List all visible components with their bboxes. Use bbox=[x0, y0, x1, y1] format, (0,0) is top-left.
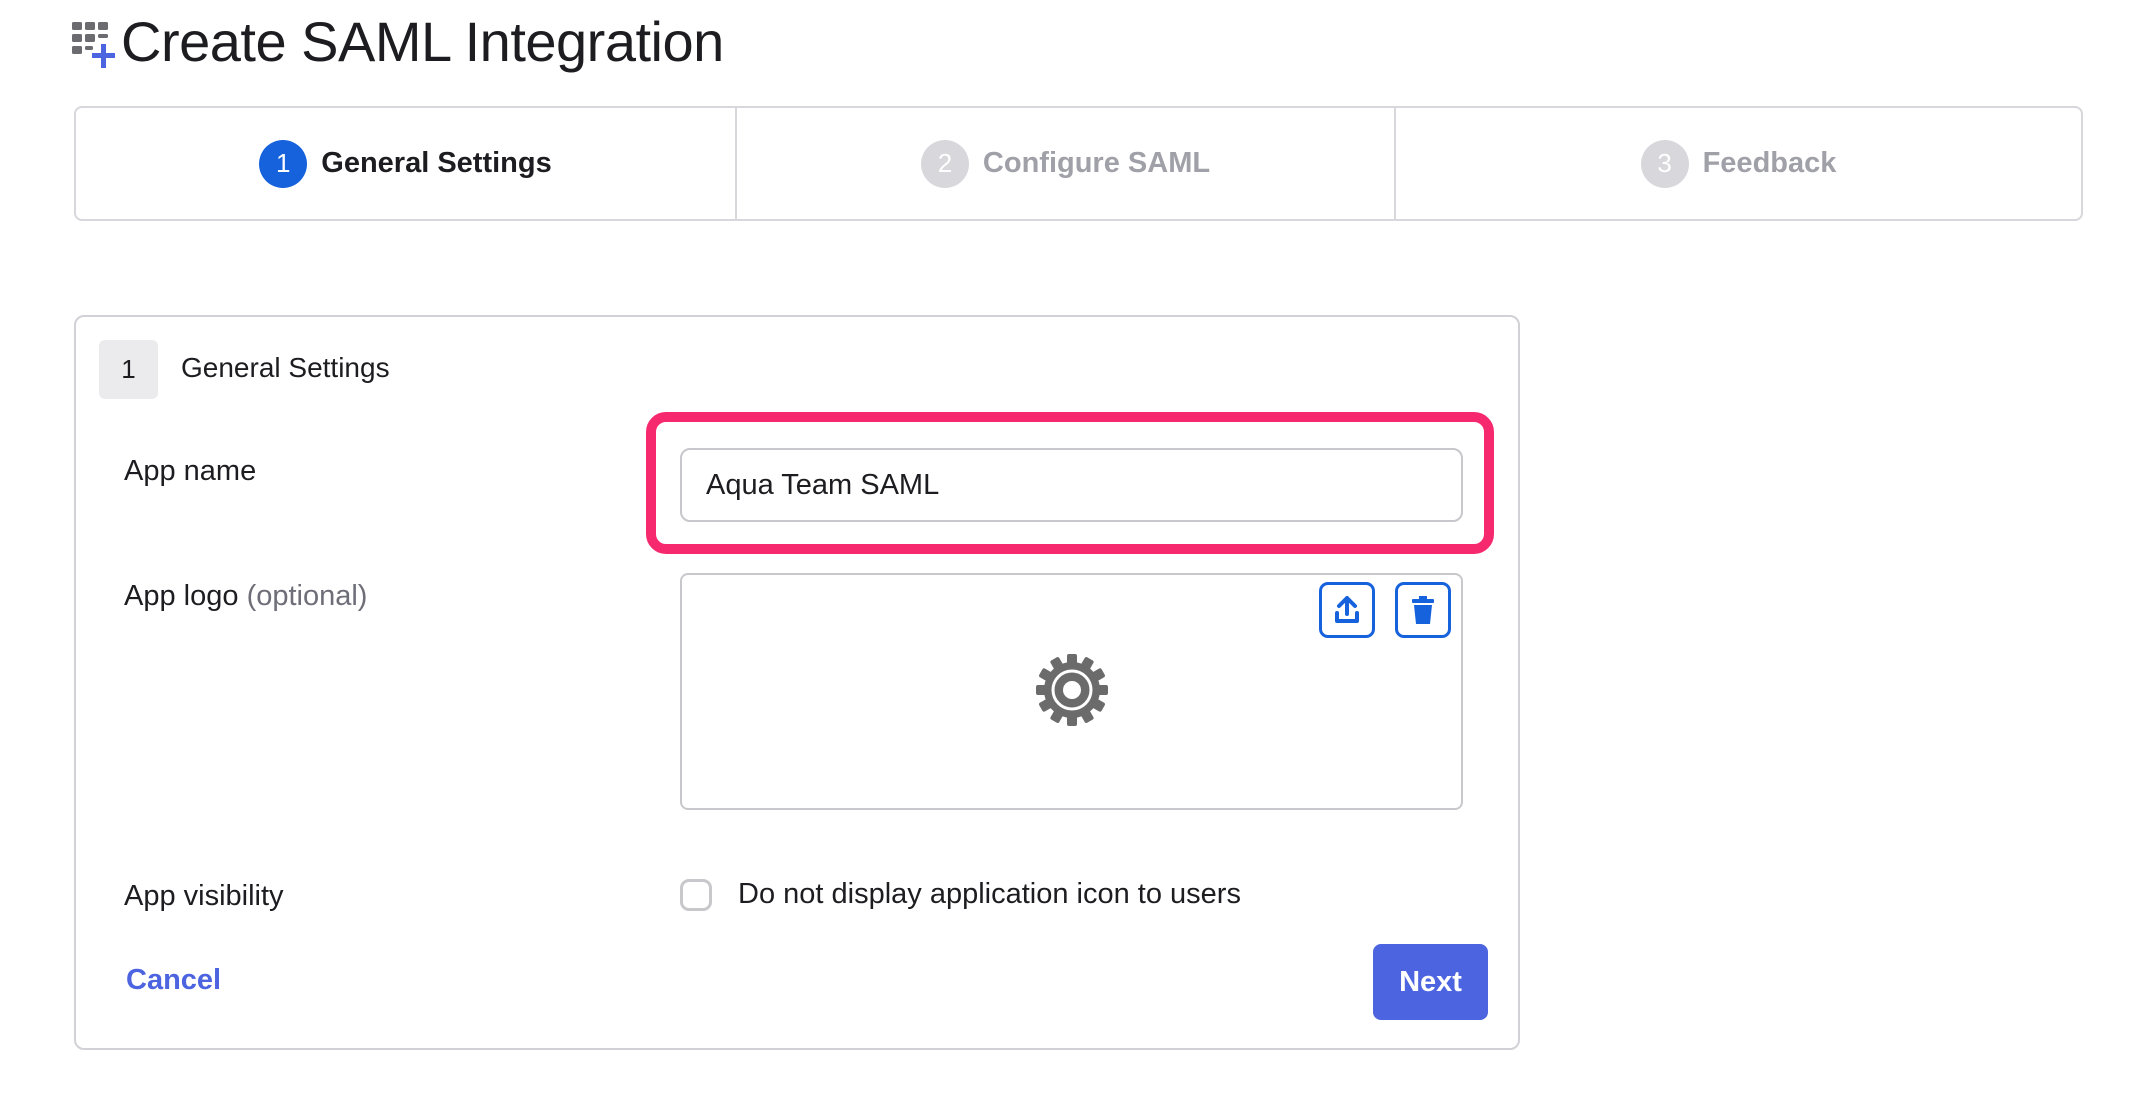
step-feedback[interactable]: 3 Feedback bbox=[1394, 108, 2081, 219]
section-title: General Settings bbox=[181, 352, 390, 383]
upload-logo-button[interactable] bbox=[1319, 582, 1375, 638]
step-configure-saml[interactable]: 2 Configure SAML bbox=[735, 108, 1394, 219]
app-logo-label: App logo (optional) bbox=[124, 580, 367, 613]
hide-app-icon-checkbox-label[interactable]: Do not display application icon to users bbox=[738, 878, 1241, 911]
step-label: Feedback bbox=[1702, 147, 1837, 179]
upload-icon bbox=[1335, 596, 1359, 623]
step-number-badge: 2 bbox=[920, 139, 969, 188]
app-visibility-label: App visibility bbox=[124, 880, 284, 912]
page-title: Create SAML Integration bbox=[121, 10, 724, 73]
step-label: General Settings bbox=[321, 147, 552, 179]
optional-hint: (optional) bbox=[246, 580, 368, 612]
step-label: Configure SAML bbox=[982, 147, 1211, 179]
next-button[interactable]: Next bbox=[1373, 944, 1488, 1020]
app-logo-label-text: App logo bbox=[124, 580, 239, 612]
app-name-label: App name bbox=[124, 455, 257, 487]
step-number-badge: 1 bbox=[259, 139, 308, 188]
app-name-input[interactable] bbox=[680, 448, 1463, 522]
trash-icon bbox=[1412, 596, 1434, 624]
step-general-settings[interactable]: 1 General Settings bbox=[76, 108, 735, 219]
gear-icon bbox=[1036, 654, 1108, 726]
hide-app-icon-checkbox[interactable] bbox=[680, 879, 712, 911]
app-grid-add-icon bbox=[72, 22, 115, 68]
step-number-badge: 3 bbox=[1640, 139, 1689, 188]
cancel-button[interactable]: Cancel bbox=[126, 964, 221, 997]
wizard-stepper: 1 General Settings 2 Configure SAML 3 Fe… bbox=[74, 106, 2083, 221]
section-number-badge: 1 bbox=[99, 340, 158, 399]
delete-logo-button[interactable] bbox=[1395, 582, 1451, 638]
